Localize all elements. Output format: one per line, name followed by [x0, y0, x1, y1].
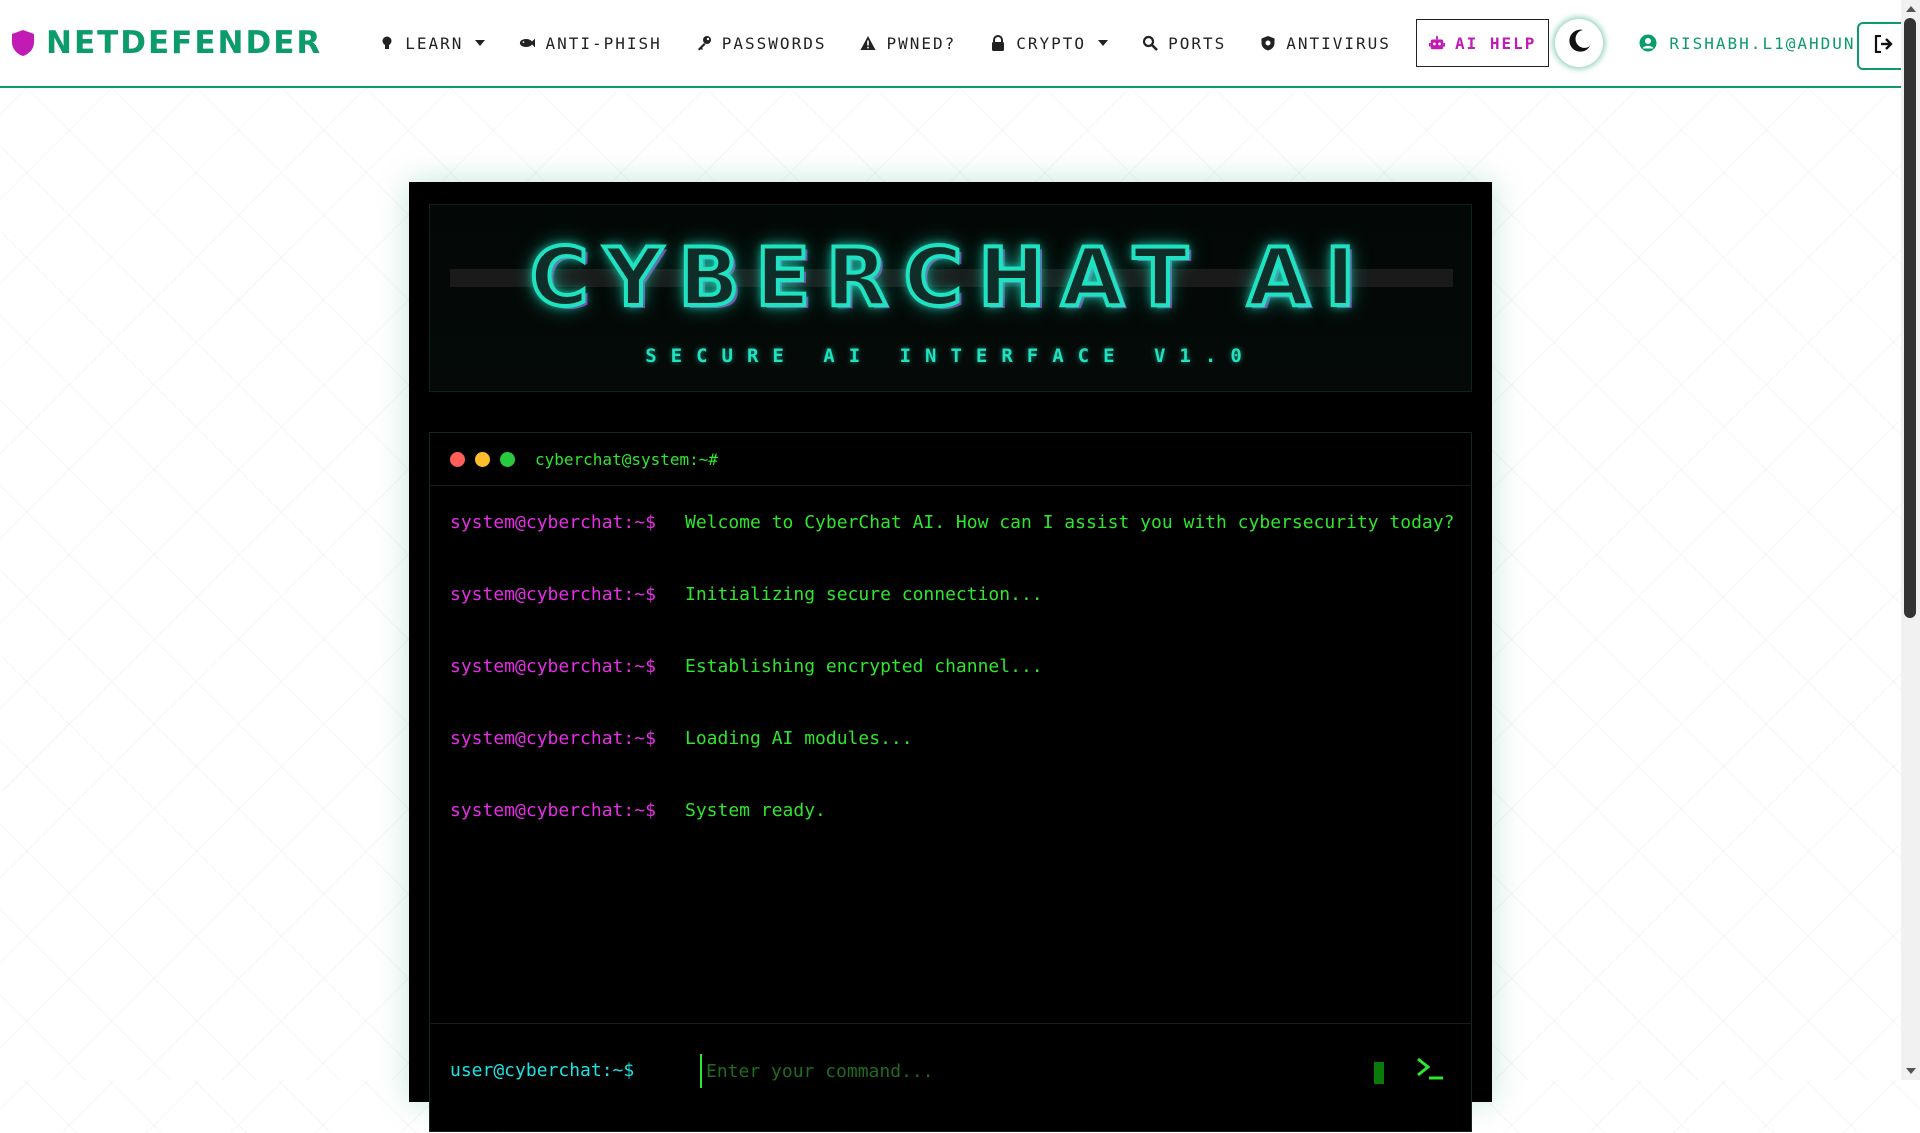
chat-header: CYBERCHAT AI SECURE AI INTERFACE V1.0	[429, 204, 1472, 392]
chat-subtitle: SECURE AI INTERFACE V1.0	[645, 345, 1256, 367]
terminal-window: cyberchat@system:~# system@cyberchat:~$ …	[429, 432, 1472, 1132]
nav-item-label: LEARN	[405, 33, 464, 53]
moon-icon	[1565, 27, 1593, 59]
command-input-row: user@cyberchat:~$	[430, 1023, 1471, 1133]
nav-item-label: CRYPTO	[1016, 33, 1087, 53]
message-text: Loading AI modules...	[685, 728, 913, 749]
key-icon	[696, 35, 712, 51]
message-prompt: system@cyberchat:~$	[450, 512, 656, 533]
nav-item-passwords[interactable]: PASSWORDS	[679, 20, 844, 66]
message-text: Welcome to CyberChat AI. How can I assis…	[685, 512, 1455, 533]
scroll-up-icon[interactable]	[1906, 6, 1916, 12]
nav-item-crypto[interactable]: CRYPTO	[973, 20, 1125, 66]
message-prompt: system@cyberchat:~$	[450, 656, 656, 677]
window-minimize-dot	[475, 451, 490, 467]
nav-item-learn[interactable]: LEARN	[362, 20, 502, 66]
input-prompt: user@cyberchat:~$	[450, 1060, 635, 1081]
terminal-title: cyberchat@system:~#	[535, 449, 719, 469]
scroll-thumb[interactable]	[1904, 18, 1916, 618]
nav-item-label: ANTI-PHISH	[545, 33, 662, 53]
chevron-down-icon	[475, 40, 486, 46]
chat-title: CYBERCHAT AI	[528, 229, 1372, 326]
message-text: Establishing encrypted channel...	[685, 656, 1043, 677]
robot-icon	[1428, 35, 1445, 51]
nav-item-ports[interactable]: PORTS	[1125, 20, 1243, 66]
nav-item-anti-phish[interactable]: ANTI-PHISH	[502, 20, 678, 66]
brand[interactable]: NETDEFENDER	[10, 25, 322, 61]
terminal-titlebar: cyberchat@system:~#	[430, 433, 1471, 486]
nav-item-label: AI HELP	[1454, 33, 1537, 53]
search-icon	[1142, 35, 1158, 51]
shield-logo-icon	[10, 29, 36, 57]
warning-icon	[860, 35, 876, 51]
window-close-dot	[450, 451, 465, 467]
message-list: system@cyberchat:~$ Welcome to CyberChat…	[430, 486, 1471, 872]
nav-item-label: PORTS	[1168, 33, 1227, 53]
message-prompt: system@cyberchat:~$	[450, 728, 656, 749]
brand-name: NETDEFENDER	[46, 25, 323, 61]
shield-virus-icon	[1260, 35, 1276, 51]
nav-item-label: PWNED?	[886, 33, 957, 53]
fish-icon	[519, 35, 536, 51]
send-command-button[interactable]	[1412, 1054, 1448, 1086]
message-row: system@cyberchat:~$ Establishing encrypt…	[450, 656, 1451, 728]
terminal-prompt-icon	[1415, 1056, 1445, 1085]
window-maximize-dot	[500, 451, 515, 467]
user-account[interactable]: RISHABH.L1@AHDUNI.	[1639, 34, 1859, 53]
nav-menu: LEARN ANTI-PHISH PASSWORDS PWNED? CRYPTO…	[362, 19, 1550, 67]
chat-panel: CYBERCHAT AI SECURE AI INTERFACE V1.0 cy…	[409, 182, 1492, 1132]
message-row: system@cyberchat:~$ Welcome to CyberChat…	[450, 512, 1455, 584]
user-email: RISHABH.L1@AHDUNI.	[1669, 33, 1860, 53]
message-row: system@cyberchat:~$ Initializing secure …	[450, 584, 1451, 656]
message-prompt: system@cyberchat:~$	[450, 800, 656, 821]
nav-item-antivirus[interactable]: ANTIVIRUS	[1243, 20, 1408, 66]
user-circle-icon	[1639, 34, 1657, 52]
top-navbar: NETDEFENDER LEARN ANTI-PHISH PASSWORDS P…	[0, 0, 1901, 88]
lock-icon	[990, 35, 1006, 51]
sign-out-icon	[1874, 34, 1894, 57]
scroll-down-icon[interactable]	[1906, 1068, 1916, 1074]
nav-item-ai-help[interactable]: AI HELP	[1415, 19, 1550, 67]
nav-item-label: PASSWORDS	[721, 33, 827, 53]
message-row: system@cyberchat:~$ System ready.	[450, 800, 1451, 872]
message-row: system@cyberchat:~$ Loading AI modules..…	[450, 728, 1451, 800]
message-text: System ready.	[685, 800, 826, 821]
theme-toggle-button[interactable]	[1555, 19, 1604, 67]
nav-item-label: ANTIVIRUS	[1286, 33, 1391, 53]
command-input[interactable]	[700, 1054, 1388, 1088]
message-prompt: system@cyberchat:~$	[450, 584, 656, 605]
lightbulb-icon	[379, 35, 395, 51]
chevron-down-icon	[1098, 40, 1109, 46]
page-scrollbar[interactable]	[1901, 0, 1920, 1080]
cursor-indicator	[1374, 1062, 1384, 1084]
message-text: Initializing secure connection...	[685, 584, 1043, 605]
nav-item-pwned[interactable]: PWNED?	[843, 20, 973, 66]
